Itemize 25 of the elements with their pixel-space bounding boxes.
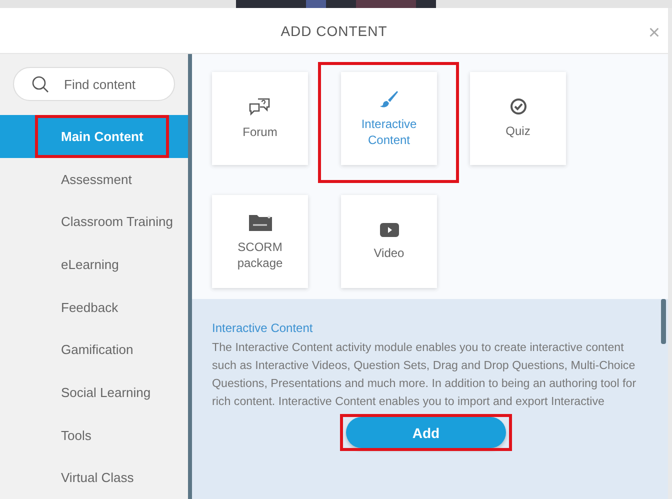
category-item[interactable]: Assessment <box>0 158 188 200</box>
category-item[interactable]: eLearning <box>0 243 188 286</box>
category-item[interactable]: Gamification <box>0 328 188 372</box>
search-icon <box>32 76 49 93</box>
chat-bubbles-icon <box>249 98 271 116</box>
content-tile[interactable]: SCORM package <box>212 195 308 288</box>
category-item[interactable]: Virtual Class <box>0 456 188 499</box>
scrollbar-thumb[interactable] <box>661 299 666 344</box>
category-item[interactable]: Main Content <box>0 115 188 158</box>
search-field[interactable]: Find content <box>13 67 175 101</box>
content-tile[interactable]: Interactive Content <box>341 72 437 165</box>
folder-icon <box>248 212 272 230</box>
play-icon <box>380 222 398 236</box>
content-tile[interactable]: Quiz <box>470 72 566 165</box>
content-tile[interactable]: Forum <box>212 72 308 165</box>
description-text: The Interactive Content activity module enables you to create interactive content such as Interactive Videos, Question Sets, Drag and Drop Questions, Multi-Choice Questions, Presentations and much more. In addition to being an authoring tool for rich content. Interactive Content enables you to import and export Interactive <box>212 340 638 410</box>
content-tile[interactable]: Video <box>341 195 437 288</box>
category-item[interactable]: Tools <box>0 414 188 456</box>
category-item[interactable]: Social Learning <box>0 371 188 414</box>
category-item[interactable]: Feedback <box>0 286 188 328</box>
paintbrush-icon <box>379 90 399 108</box>
dialog-title: ADD CONTENT <box>280 22 388 38</box>
check-circle-icon <box>510 98 526 115</box>
category-item[interactable]: Classroom Training <box>0 200 188 244</box>
description-title: Interactive Content <box>212 321 314 335</box>
